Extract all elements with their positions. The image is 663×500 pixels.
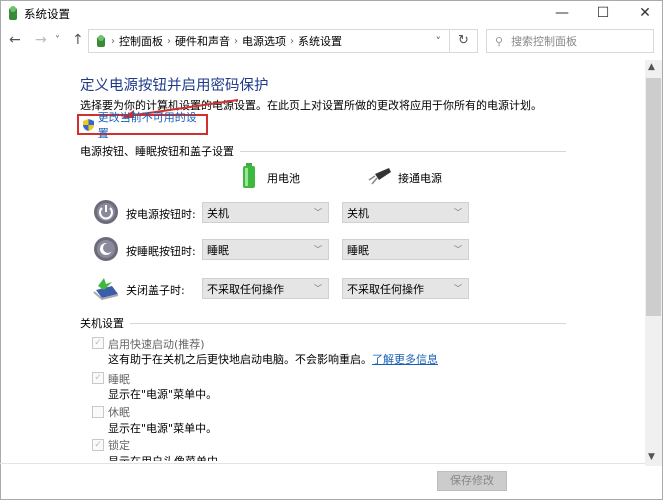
close-lid-battery-select[interactable]: 不采取任何操作 ﹀ (202, 278, 329, 299)
power-button-icon (94, 200, 118, 224)
search-placeholder: 搜索控制面板 (511, 35, 578, 48)
up-icon[interactable]: ↑ (72, 32, 84, 48)
address-bar[interactable]: › 控制面板 › 硬件和声音 › 电源选项 › 系统设置 ˅ (88, 29, 450, 53)
address-dropdown-icon[interactable]: ˅ (436, 35, 442, 48)
desc-text: 这有助于在关机之后更快地启动电脑。不会影响重启。 (108, 353, 372, 366)
sleep-checkbox[interactable]: ✓ (92, 372, 104, 384)
control-panel-icon (97, 35, 105, 47)
select-value: 关机 (207, 206, 229, 220)
chevron-down-icon: ﹀ (314, 245, 322, 254)
column-battery: 用电池 (267, 172, 300, 185)
learn-more-link[interactable]: 了解更多信息 (372, 353, 438, 366)
window-title: 系统设置 (24, 7, 70, 21)
breadcrumb-item[interactable]: 硬件和声音 (175, 33, 230, 49)
select-value: 不采取任何操作 (347, 282, 424, 296)
fast-startup-desc: 这有助于在关机之后更快地启动电脑。不会影响重启。了解更多信息 (108, 351, 438, 367)
chevron-down-icon: ﹀ (454, 208, 462, 217)
scrollbar-thumb[interactable] (646, 78, 661, 316)
sleep-option-desc: 显示在"电源"菜单中。 (108, 388, 218, 401)
battery-icon (243, 163, 255, 188)
breadcrumb-separator: › (167, 35, 171, 47)
lock-option-desc-clip: 显示在用户头像菜单中。 (108, 453, 308, 461)
chevron-down-icon: ﹀ (314, 208, 322, 217)
search-input[interactable]: ⚲ 搜索控制面板 (486, 29, 654, 53)
fast-startup-checkbox[interactable]: ✓ (92, 337, 104, 349)
laptop-lid-icon (93, 278, 119, 300)
breadcrumb-item[interactable]: 系统设置 (298, 33, 342, 49)
recent-dropdown-icon[interactable]: ˅ (55, 35, 60, 46)
change-settings-text[interactable]: 更改当前不可用的设置 (98, 109, 206, 141)
select-value: 睡眠 (207, 243, 229, 257)
uac-shield-icon (83, 118, 94, 131)
section-title: 关机设置 (80, 317, 124, 330)
fast-startup-label: 启用快速启动(推荐) (108, 338, 205, 351)
sleep-button-plugged-select[interactable]: 睡眠 ﹀ (342, 239, 469, 260)
power-button-plugged-select[interactable]: 关机 ﹀ (342, 202, 469, 223)
lock-checkbox[interactable]: ✓ (92, 439, 104, 451)
footer-divider (0, 463, 645, 464)
lock-option-label: 锁定 (108, 439, 130, 452)
select-value: 不采取任何操作 (207, 282, 284, 296)
lock-option-desc: 显示在用户头像菜单中。 (108, 453, 308, 461)
minimize-button[interactable]: — (545, 2, 579, 24)
forward-icon[interactable]: → (35, 32, 47, 48)
section-header-buttons: 电源按钮、睡眠按钮和盖子设置 (80, 143, 566, 159)
control-panel-icon (9, 6, 17, 20)
breadcrumb-item[interactable]: 控制面板 (119, 33, 163, 49)
back-icon[interactable]: ← (9, 32, 21, 48)
select-value: 睡眠 (347, 243, 369, 257)
hibernate-option-desc: 显示在"电源"菜单中。 (108, 422, 218, 435)
refresh-button[interactable]: ↻ (450, 29, 478, 53)
power-plug-icon (368, 168, 391, 185)
breadcrumb-separator: › (111, 35, 115, 47)
page-title: 定义电源按钮并启用密码保护 (80, 78, 269, 94)
power-button-label: 按电源按钮时: (126, 208, 196, 221)
change-settings-link[interactable]: 更改当前不可用的设置 (77, 111, 208, 140)
scroll-down-icon[interactable]: ▼ (648, 452, 655, 462)
column-plugged-in: 接通电源 (398, 172, 442, 185)
power-button-battery-select[interactable]: 关机 ﹀ (202, 202, 329, 223)
maximize-button[interactable]: ☐ (586, 2, 620, 24)
chevron-down-icon: ﹀ (314, 284, 322, 293)
breadcrumb-item[interactable]: 电源选项 (242, 33, 286, 49)
sleep-button-battery-select[interactable]: 睡眠 ﹀ (202, 239, 329, 260)
close-button[interactable]: ✕ (628, 2, 662, 24)
chevron-down-icon: ﹀ (454, 245, 462, 254)
sleep-option-label: 睡眠 (108, 373, 130, 386)
select-value: 关机 (347, 206, 369, 220)
hibernate-option-label: 休眠 (108, 406, 130, 419)
search-icon: ⚲ (495, 34, 504, 48)
scroll-up-icon[interactable]: ▲ (648, 62, 655, 72)
sleep-button-label: 按睡眠按钮时: (126, 245, 196, 258)
chevron-down-icon: ﹀ (454, 284, 462, 293)
hibernate-checkbox[interactable] (92, 406, 104, 418)
save-button[interactable]: 保存修改 (437, 471, 507, 491)
breadcrumb-separator: › (290, 35, 294, 47)
close-lid-plugged-select[interactable]: 不采取任何操作 ﹀ (342, 278, 469, 299)
sleep-button-icon (94, 237, 118, 261)
section-title: 电源按钮、睡眠按钮和盖子设置 (80, 145, 234, 158)
close-lid-label: 关闭盖子时: (126, 284, 185, 297)
section-header-shutdown: 关机设置 (80, 315, 566, 331)
breadcrumb-separator: › (234, 35, 238, 47)
